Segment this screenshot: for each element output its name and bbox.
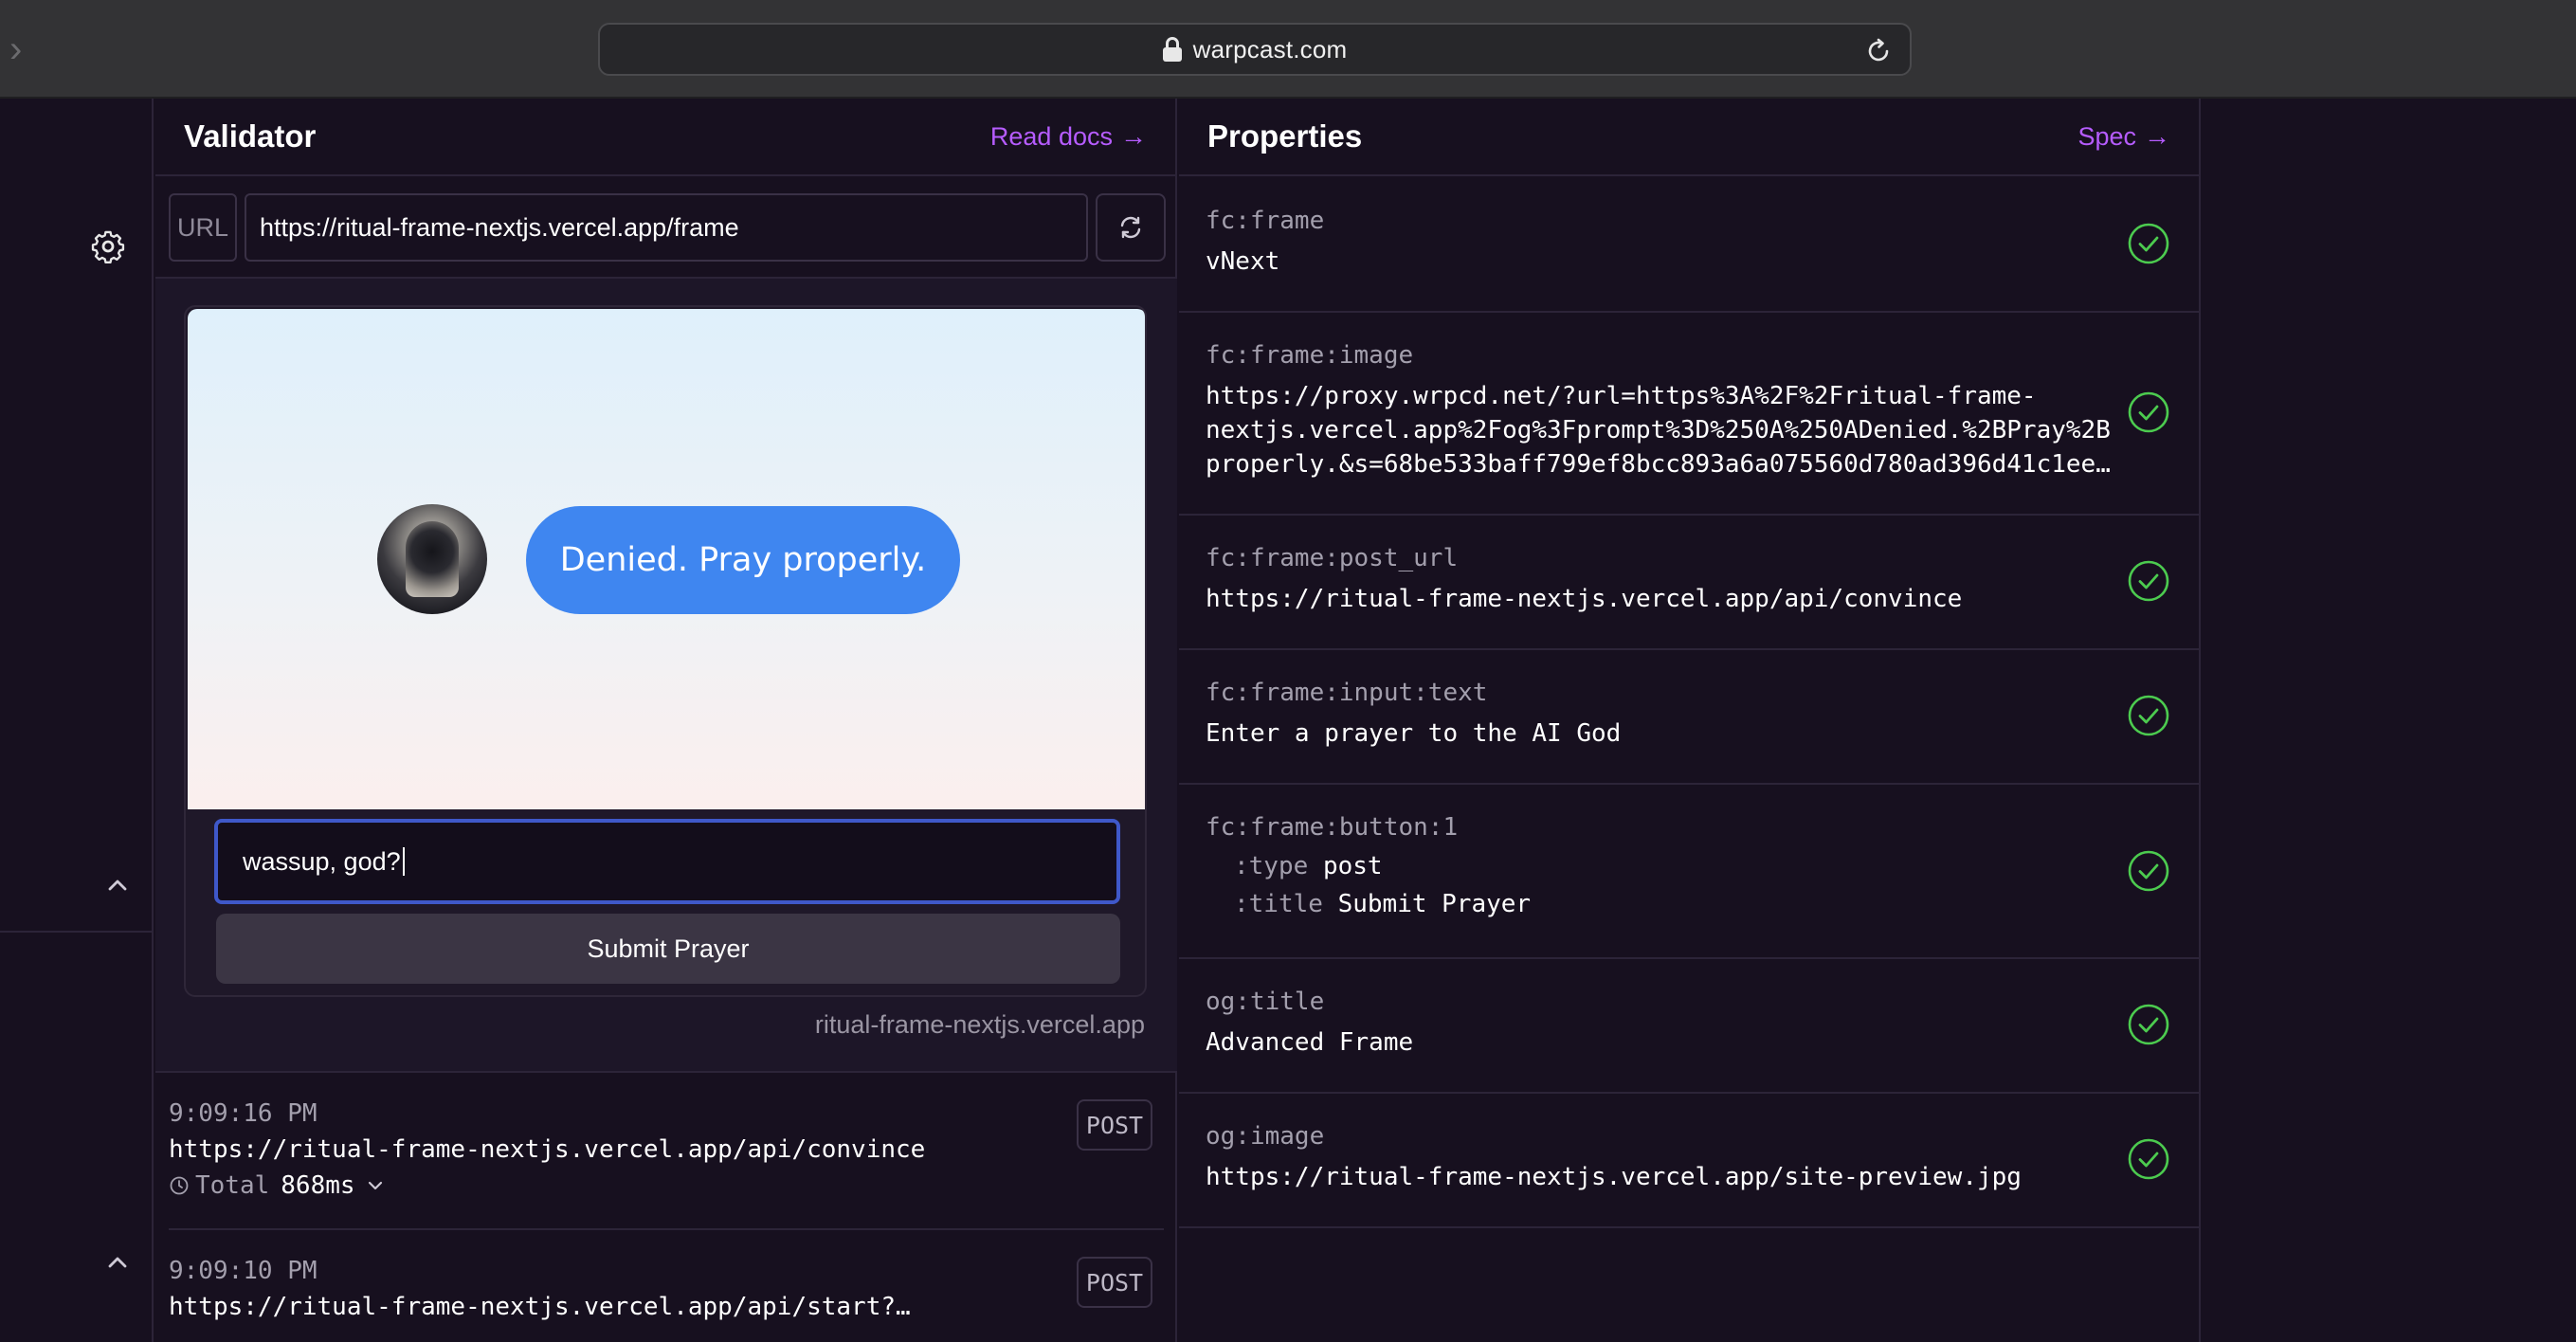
log-url: https://ritual-frame-nextjs.vercel.app/a… bbox=[169, 1135, 926, 1164]
log-entry[interactable]: 9:09:10 PM https://ritual-frame-nextjs.v… bbox=[169, 1257, 1164, 1321]
frame-text-input[interactable]: wassup, god? bbox=[214, 819, 1120, 904]
check-circle-icon bbox=[2128, 391, 2169, 433]
spec-link[interactable]: Spec → bbox=[2077, 121, 2170, 152]
clock-icon bbox=[170, 1176, 189, 1195]
properties-panel: Properties Spec → fc:frame vNext fc:fram… bbox=[1179, 99, 2201, 1342]
avatar bbox=[377, 504, 487, 614]
method-badge: POST bbox=[1077, 1099, 1152, 1151]
frame-message-bubble: Denied. Pray properly. bbox=[526, 506, 960, 614]
check-circle-icon bbox=[2128, 560, 2169, 602]
property-key: fc:frame:input:text bbox=[1206, 679, 1488, 707]
frame-preview-area: Denied. Pray properly. wassup, god? Subm… bbox=[155, 277, 1177, 1073]
chevron-up-icon[interactable] bbox=[104, 1253, 131, 1272]
property-key: fc:frame:post_url bbox=[1206, 544, 1459, 572]
frame-input-value: wassup, god? bbox=[243, 846, 401, 876]
property-key: og:title bbox=[1206, 988, 1325, 1016]
frame-image: Denied. Pray properly. bbox=[188, 309, 1145, 809]
property-key: og:image bbox=[1206, 1122, 1325, 1151]
left-rail bbox=[0, 99, 154, 1342]
validator-header: Validator Read docs → bbox=[155, 99, 1175, 176]
validator-title: Validator bbox=[184, 118, 317, 154]
property-sub-value: Submit Prayer bbox=[1337, 890, 1532, 918]
refresh-icon bbox=[1120, 216, 1141, 239]
validator-panel: Validator Read docs → URL Denied. Pray p bbox=[155, 99, 1177, 1342]
log-divider bbox=[169, 1228, 1164, 1230]
chevron-up-icon[interactable] bbox=[104, 876, 131, 895]
property-value: https://ritual-frame-nextjs.vercel.app/a… bbox=[1206, 585, 1963, 613]
property-sub-value: post bbox=[1322, 852, 1383, 880]
property-sub-row: :title Submit Prayer bbox=[1206, 885, 2172, 923]
property-row: fc:frame vNext bbox=[1179, 178, 2199, 313]
property-value: Enter a prayer to the AI God bbox=[1206, 719, 1622, 748]
address-bar[interactable]: warpcast.com bbox=[598, 23, 1912, 76]
lock-icon bbox=[1162, 37, 1182, 62]
browser-toolbar: › warpcast.com bbox=[0, 0, 2576, 99]
property-value: Advanced Frame bbox=[1206, 1028, 1414, 1057]
method-badge: POST bbox=[1077, 1257, 1152, 1308]
total-value: 868ms bbox=[281, 1171, 355, 1200]
log-entry[interactable]: 9:09:16 PM https://ritual-frame-nextjs.v… bbox=[169, 1099, 1164, 1200]
address-text: warpcast.com bbox=[1192, 34, 1348, 63]
property-row: fc:frame:input:text Enter a prayer to th… bbox=[1179, 650, 2199, 785]
check-circle-icon bbox=[2128, 1138, 2169, 1180]
property-sub-key: :title bbox=[1234, 890, 1323, 918]
property-sub-row: :type post bbox=[1206, 847, 2172, 885]
property-value: https://proxy.wrpcd.net/?url=https%3A%2F… bbox=[1206, 382, 2111, 479]
check-circle-icon bbox=[2128, 695, 2169, 736]
property-value: https://ritual-frame-nextjs.vercel.app/s… bbox=[1206, 1163, 2022, 1191]
url-tag: URL bbox=[169, 193, 237, 262]
properties-title: Properties bbox=[1207, 118, 1363, 154]
rail-divider bbox=[0, 931, 154, 933]
gear-icon[interactable] bbox=[91, 229, 125, 263]
property-row: og:title Advanced Frame bbox=[1179, 959, 2199, 1094]
property-key: fc:frame:image bbox=[1206, 341, 1414, 370]
url-input[interactable] bbox=[245, 193, 1088, 262]
property-row: og:image https://ritual-frame-nextjs.ver… bbox=[1179, 1094, 2199, 1228]
property-key: fc:frame bbox=[1206, 207, 1325, 235]
property-row: fc:frame:post_url https://ritual-frame-n… bbox=[1179, 516, 2199, 650]
url-row: URL bbox=[169, 193, 1166, 262]
check-circle-icon bbox=[2128, 223, 2169, 264]
read-docs-label: Read docs bbox=[989, 121, 1113, 151]
property-row: fc:frame:button:1 :type post :title Subm… bbox=[1179, 785, 2199, 959]
read-docs-link[interactable]: Read docs → bbox=[990, 121, 1147, 152]
empty-area bbox=[2203, 99, 2576, 1342]
log-time: 9:09:10 PM bbox=[169, 1257, 317, 1285]
arrow-right-icon: → bbox=[1120, 121, 1147, 151]
properties-header: Properties Spec → bbox=[1179, 99, 2199, 176]
arrow-right-icon: → bbox=[2144, 121, 2170, 151]
log-total[interactable]: Total 868ms bbox=[169, 1171, 1164, 1200]
total-label: Total bbox=[195, 1171, 270, 1200]
forward-icon[interactable]: › bbox=[9, 30, 36, 68]
reload-icon[interactable] bbox=[1864, 37, 1893, 65]
log-time: 9:09:16 PM bbox=[169, 1099, 317, 1128]
frame-card: Denied. Pray properly. wassup, god? Subm… bbox=[184, 305, 1147, 997]
submit-prayer-button[interactable]: Submit Prayer bbox=[216, 914, 1120, 984]
property-sub-key: :type bbox=[1234, 852, 1309, 880]
log-url: https://ritual-frame-nextjs.vercel.app/a… bbox=[169, 1293, 911, 1321]
property-row: fc:frame:image https://proxy.wrpcd.net/?… bbox=[1179, 313, 2199, 516]
frame-host: ritual-frame-nextjs.vercel.app bbox=[814, 1010, 1145, 1039]
check-circle-icon bbox=[2128, 1004, 2169, 1045]
check-circle-icon bbox=[2128, 850, 2169, 892]
property-key: fc:frame:button:1 bbox=[1206, 813, 1459, 842]
chevron-down-icon[interactable] bbox=[365, 1178, 386, 1193]
spec-label: Spec bbox=[2077, 121, 2136, 151]
refresh-button[interactable] bbox=[1096, 193, 1166, 262]
property-value: vNext bbox=[1206, 247, 1280, 276]
